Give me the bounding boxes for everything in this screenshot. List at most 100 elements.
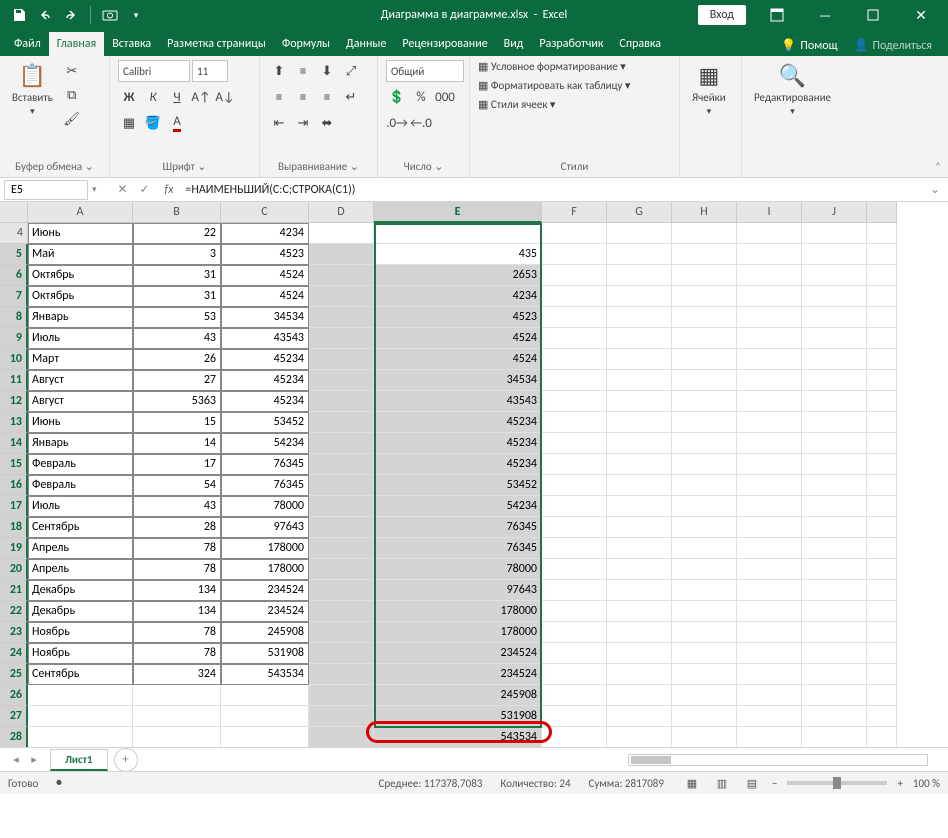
cell[interactable] xyxy=(802,223,867,244)
col-header[interactable] xyxy=(867,202,897,223)
cell[interactable]: 134 xyxy=(133,601,221,622)
bold-icon[interactable]: Ж xyxy=(118,86,140,108)
increase-font-icon[interactable]: A↑ xyxy=(190,86,212,108)
cell[interactable] xyxy=(802,538,867,559)
cell[interactable]: 543534 xyxy=(374,727,542,748)
cell[interactable] xyxy=(867,223,897,244)
normal-view-icon[interactable]: ▦ xyxy=(682,775,702,791)
enter-formula-icon[interactable]: ✓ xyxy=(135,180,155,200)
cell[interactable]: 76345 xyxy=(374,538,542,559)
row-header[interactable]: 28 xyxy=(0,727,28,748)
cell[interactable] xyxy=(309,664,374,685)
cell[interactable] xyxy=(802,496,867,517)
tab-вид[interactable]: Вид xyxy=(496,32,532,56)
align-bottom-icon[interactable]: ⬇ xyxy=(316,60,338,82)
cell[interactable] xyxy=(309,580,374,601)
col-header[interactable]: F xyxy=(542,202,607,223)
cell[interactable] xyxy=(867,685,897,706)
cell[interactable] xyxy=(672,286,737,307)
cell[interactable] xyxy=(542,559,607,580)
cell[interactable] xyxy=(309,517,374,538)
row-header[interactable]: 26 xyxy=(0,685,28,706)
cell[interactable]: 53452 xyxy=(374,475,542,496)
underline-icon[interactable]: Ч xyxy=(166,86,188,108)
cell[interactable]: Февраль xyxy=(28,454,133,475)
row-header[interactable]: 27 xyxy=(0,706,28,727)
tab-разработчик[interactable]: Разработчик xyxy=(531,32,611,56)
cell[interactable] xyxy=(802,601,867,622)
cell[interactable]: 178000 xyxy=(374,622,542,643)
row-header[interactable]: 8 xyxy=(0,307,28,328)
cell[interactable]: 324 xyxy=(133,664,221,685)
cell[interactable] xyxy=(867,307,897,328)
formula-input[interactable]: =НАИМЕНЬШИЙ(C:C;СТРОКА(C1)) xyxy=(179,183,922,197)
row-header[interactable]: 6 xyxy=(0,265,28,286)
cell[interactable] xyxy=(672,664,737,685)
row-header[interactable]: 18 xyxy=(0,517,28,538)
cell[interactable]: 234524 xyxy=(221,601,309,622)
cell[interactable]: 78 xyxy=(133,643,221,664)
cell[interactable] xyxy=(802,727,867,748)
collapse-ribbon-icon[interactable]: ˄ xyxy=(928,56,948,177)
align-top-icon[interactable]: ⬆ xyxy=(268,60,290,82)
cell[interactable]: Апрель xyxy=(28,538,133,559)
row-header[interactable]: 19 xyxy=(0,538,28,559)
row-header[interactable]: 10 xyxy=(0,349,28,370)
login-button[interactable]: Вход xyxy=(698,5,746,25)
cell[interactable] xyxy=(542,601,607,622)
cell[interactable]: 4524 xyxy=(221,265,309,286)
cell[interactable] xyxy=(607,328,672,349)
cell[interactable]: 4524 xyxy=(374,349,542,370)
cell[interactable] xyxy=(802,328,867,349)
cell[interactable] xyxy=(737,307,802,328)
cell[interactable]: 531908 xyxy=(221,643,309,664)
cell[interactable]: Июнь xyxy=(28,223,133,244)
row-header[interactable]: 4 xyxy=(0,223,28,244)
cell[interactable]: 76345 xyxy=(374,517,542,538)
cell[interactable] xyxy=(802,706,867,727)
cell[interactable] xyxy=(737,370,802,391)
cell[interactable] xyxy=(28,706,133,727)
cell[interactable] xyxy=(802,370,867,391)
cell[interactable]: Ноябрь xyxy=(28,643,133,664)
cell[interactable] xyxy=(309,643,374,664)
cell[interactable]: 178000 xyxy=(374,601,542,622)
cell[interactable] xyxy=(867,622,897,643)
cell[interactable] xyxy=(607,580,672,601)
cell[interactable]: 78 xyxy=(133,538,221,559)
cell[interactable]: 43543 xyxy=(374,391,542,412)
cell[interactable] xyxy=(542,391,607,412)
cell[interactable] xyxy=(309,706,374,727)
zoom-level[interactable]: 100 % xyxy=(913,777,940,790)
cell[interactable] xyxy=(607,223,672,244)
cut-icon[interactable]: ✂ xyxy=(61,60,83,82)
cell[interactable] xyxy=(737,643,802,664)
maximize-icon[interactable] xyxy=(850,0,896,30)
cell[interactable]: 31 xyxy=(133,265,221,286)
page-layout-view-icon[interactable]: ▥ xyxy=(712,775,732,791)
align-middle-icon[interactable]: ≡ xyxy=(292,60,314,82)
cell[interactable] xyxy=(737,601,802,622)
cell[interactable] xyxy=(672,433,737,454)
cell[interactable] xyxy=(607,391,672,412)
cell[interactable] xyxy=(607,286,672,307)
cell[interactable] xyxy=(542,685,607,706)
cell[interactable]: Январь xyxy=(28,307,133,328)
camera-icon[interactable] xyxy=(99,4,121,26)
cell[interactable]: Декабрь xyxy=(28,601,133,622)
cell[interactable] xyxy=(607,349,672,370)
cell[interactable] xyxy=(672,307,737,328)
cell-styles-button[interactable]: ▦ Стили ячеек ▾ xyxy=(478,98,555,111)
zoom-out-icon[interactable]: − xyxy=(772,777,777,790)
cell[interactable]: 78 xyxy=(133,622,221,643)
macro-record-icon[interactable]: ⏺ xyxy=(56,776,62,790)
cell[interactable]: 54 xyxy=(133,475,221,496)
cell[interactable] xyxy=(607,454,672,475)
cell[interactable] xyxy=(737,538,802,559)
cell[interactable]: Январь xyxy=(28,433,133,454)
cell[interactable]: 4523 xyxy=(374,307,542,328)
col-header[interactable]: D xyxy=(309,202,374,223)
fx-icon[interactable]: fx xyxy=(159,183,180,197)
cell[interactable]: 245908 xyxy=(221,622,309,643)
cell[interactable]: 14 xyxy=(133,433,221,454)
